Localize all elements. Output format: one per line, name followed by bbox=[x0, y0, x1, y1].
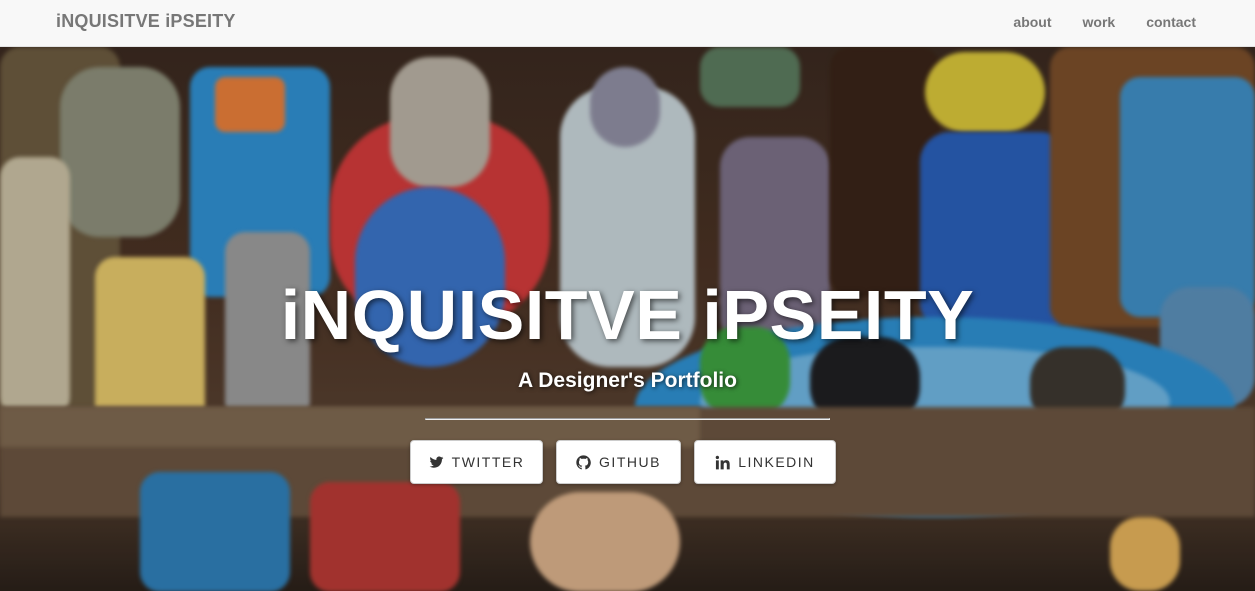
nav-link-contact[interactable]: contact bbox=[1146, 14, 1196, 30]
twitter-button[interactable]: TWITTER bbox=[410, 440, 543, 484]
linkedin-button[interactable]: LINKEDIN bbox=[694, 440, 836, 484]
github-icon bbox=[576, 454, 591, 469]
github-button[interactable]: GITHUB bbox=[556, 440, 681, 484]
nav-link-about[interactable]: about bbox=[1013, 14, 1051, 30]
brand-link[interactable]: iNQUISITVE iPSEITY bbox=[56, 11, 236, 32]
twitter-label: TWITTER bbox=[451, 454, 525, 470]
hero-section: iNQUISITVE iPSEITY A Designer's Portfoli… bbox=[0, 47, 1255, 591]
linkedin-label: LINKEDIN bbox=[738, 454, 815, 470]
linkedin-icon bbox=[715, 455, 730, 469]
hero-divider bbox=[425, 418, 830, 420]
github-label: GITHUB bbox=[599, 454, 661, 470]
hero-subtitle: A Designer's Portfolio bbox=[518, 369, 737, 392]
nav-link-work[interactable]: work bbox=[1083, 14, 1116, 30]
hero-title: iNQUISITVE iPSEITY bbox=[280, 276, 975, 354]
nav-links: about work contact bbox=[982, 14, 1196, 30]
twitter-icon bbox=[429, 456, 444, 468]
navbar: iNQUISITVE iPSEITY about work contact bbox=[0, 0, 1255, 47]
